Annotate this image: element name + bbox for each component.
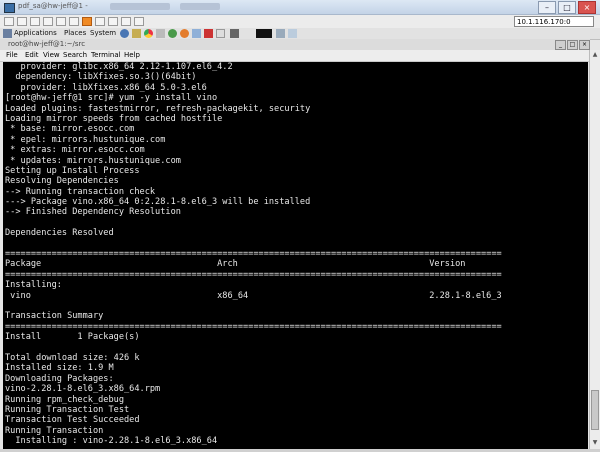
folder-icon[interactable]	[192, 29, 201, 38]
applications-menu[interactable]: Applications	[14, 29, 57, 38]
terminal-output[interactable]: provider: glibc.x86_64 2.12-1.107.el6_4.…	[3, 62, 588, 449]
terminal-minimize-button[interactable]: _	[555, 40, 566, 50]
window-controls: – □ ×	[538, 1, 596, 14]
terminal-line: --> Finished Dependency Resolution	[5, 207, 181, 218]
minimize-button[interactable]: –	[538, 1, 556, 14]
terminal-line: Running Transaction	[5, 425, 104, 436]
terminal-text: provider: glibc.x86_64 2.12-1.107.el6_4.…	[3, 62, 588, 446]
terminal-line: Package Arch Version	[5, 259, 466, 270]
terminal-line: Setting up Install Process	[5, 165, 140, 176]
scrollbar-thumb[interactable]	[591, 390, 599, 430]
terminal-line: * epel: mirrors.hustunique.com	[5, 134, 166, 145]
gnome-foot-icon	[3, 29, 12, 38]
zoom-icon[interactable]	[134, 17, 144, 26]
terminal-menubar: File Edit View Search Terminal Help	[0, 50, 590, 62]
menu-search[interactable]: Search	[63, 51, 87, 60]
terminal-line: Resolving Dependencies	[5, 176, 119, 187]
mail-icon[interactable]	[132, 29, 141, 38]
terminal-line: vino-2.28.1-8.el6_3.x86_64.rpm	[5, 384, 161, 395]
terminal-line: [root@hw-jeff@1 src]# yum -y install vin…	[5, 93, 218, 104]
vnc-toolbar: 10.1.116.170:0	[0, 15, 600, 29]
close-button[interactable]: ×	[578, 1, 596, 14]
places-menu[interactable]: Places	[64, 29, 86, 38]
firefox-icon[interactable]	[180, 29, 189, 38]
maximize-button[interactable]: □	[558, 1, 576, 14]
terminal-line: Installed size: 1.9 M	[5, 363, 114, 374]
menu-terminal[interactable]: Terminal	[91, 51, 121, 60]
network-icon[interactable]	[276, 29, 285, 38]
monitor-icon[interactable]	[230, 29, 239, 38]
menu-help[interactable]: Help	[124, 51, 140, 60]
terminal-line: ========================================…	[5, 249, 502, 260]
pdf-icon[interactable]	[204, 29, 213, 38]
terminal-line: ========================================…	[5, 269, 502, 280]
globe-icon[interactable]	[120, 29, 129, 38]
web-icon[interactable]	[168, 29, 177, 38]
ctrl-icon[interactable]	[95, 17, 105, 26]
app-icon[interactable]	[156, 29, 165, 38]
terminal-line: Loading mirror speeds from cached hostfi…	[5, 113, 223, 124]
ctrl-alt-del-icon[interactable]	[69, 17, 79, 26]
scroll-up-icon[interactable]: ▲	[591, 51, 599, 59]
terminal-line: * extras: mirror.esocc.com	[5, 145, 145, 156]
terminal-line: provider: glibc.x86_64 2.12-1.107.el6_4.…	[5, 62, 233, 72]
address-field[interactable]: 10.1.116.170:0	[514, 16, 594, 27]
options-icon[interactable]	[30, 17, 40, 26]
terminal-line: Install 1 Package(s)	[5, 332, 140, 343]
menu-edit[interactable]: Edit	[25, 51, 39, 60]
terminal-line: vino x86_64 2.28.1-8.el6_3	[5, 290, 502, 301]
system-menu[interactable]: System	[90, 29, 116, 38]
terminal-line: provider: libXfixes.x86_64 5.0-3.el6	[5, 82, 207, 93]
terminal-close-button[interactable]: ×	[579, 40, 590, 50]
terminal-line: Running rpm_check_debug	[5, 394, 124, 405]
menu-view[interactable]: View	[43, 51, 60, 60]
terminal-line: Loaded plugins: fastestmirror, refresh-p…	[5, 103, 311, 114]
terminal-line: dependency: libXfixes.so.3()(64bit)	[5, 72, 197, 83]
vnc-app-icon	[4, 3, 15, 13]
info-icon[interactable]	[43, 17, 53, 26]
document-icon[interactable]	[216, 29, 225, 38]
terminal-maximize-button[interactable]: □	[567, 40, 578, 50]
refresh-icon[interactable]	[56, 17, 66, 26]
alt-icon[interactable]	[108, 17, 118, 26]
menu-file[interactable]: File	[6, 51, 18, 60]
fullscreen-icon[interactable]	[121, 17, 131, 26]
terminal-line: ---> Package vino.x86_64 0:2.28.1-8.el6_…	[5, 197, 311, 208]
scroll-down-icon[interactable]: ▼	[591, 439, 599, 447]
terminal-line: * base: mirror.esocc.com	[5, 124, 135, 135]
terminal-line: Transaction Test Succeeded	[5, 415, 140, 426]
chrome-icon[interactable]	[144, 29, 153, 38]
terminal-line: Installing:	[5, 280, 62, 291]
terminal-line: Total download size: 426 k	[5, 352, 140, 363]
terminal-line: Downloading Packages:	[5, 373, 114, 384]
terminal-line: * updates: mirrors.hustunique.com	[5, 155, 181, 166]
new-connection-icon[interactable]	[4, 17, 14, 26]
terminal-line: ========================================…	[5, 321, 502, 332]
terminal-line: --> Running transaction check	[5, 186, 156, 197]
terminal-line: Running Transaction Test	[5, 404, 130, 415]
terminal-scrollbar[interactable]: ▲ ▼	[589, 50, 600, 449]
vnc-window-title: pdf_sa@hw-jeff@1 -	[18, 2, 88, 10]
vnc-title-bar: pdf_sa@hw-jeff@1 - – □ ×	[0, 0, 600, 15]
alert-icon[interactable]	[82, 17, 92, 26]
terminal-line: Dependencies Resolved	[5, 228, 114, 239]
terminal-icon[interactable]	[256, 29, 272, 38]
screen-icon[interactable]	[288, 29, 297, 38]
terminal-line: Transaction Summary	[5, 311, 104, 322]
save-icon[interactable]	[17, 17, 27, 26]
terminal-line: Installing : vino-2.28.1-8.el6_3.x86_64	[5, 436, 218, 447]
terminal-title: root@hw-jeff@1:~/src	[8, 40, 86, 48]
